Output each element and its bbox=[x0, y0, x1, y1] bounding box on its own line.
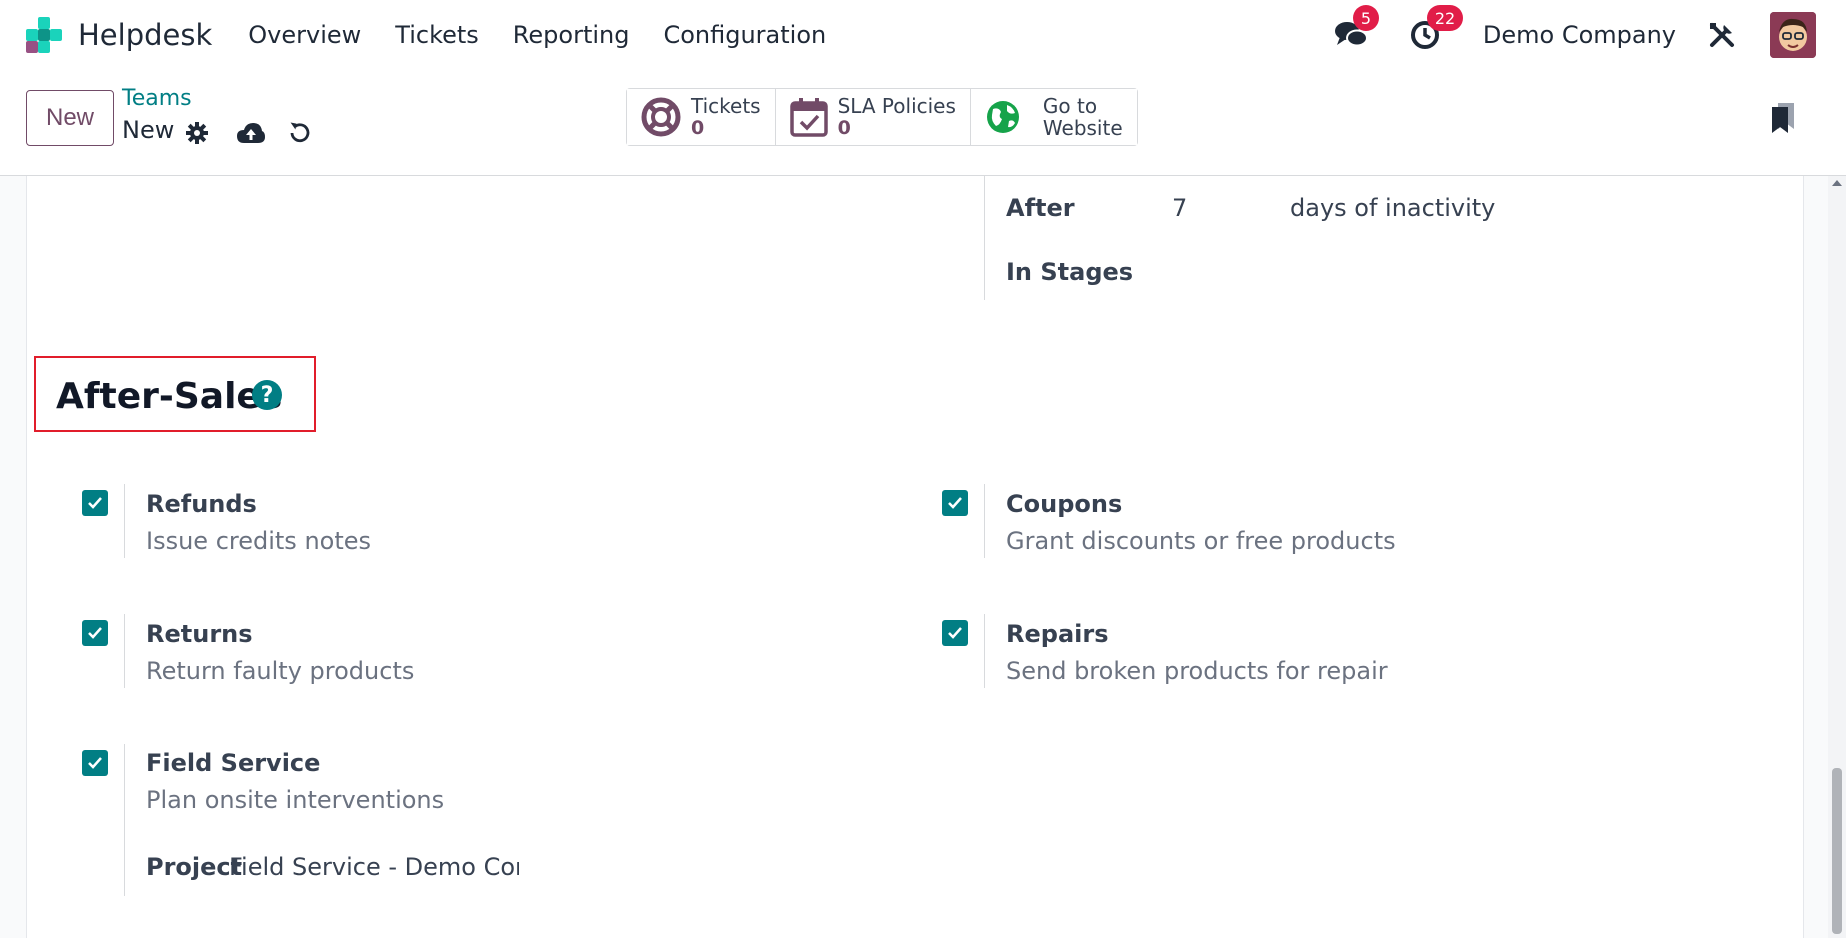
checkmark-icon bbox=[88, 497, 102, 509]
in-stages-label: In Stages bbox=[1006, 258, 1134, 286]
checkmark-icon bbox=[88, 627, 102, 639]
user-avatar-icon bbox=[1770, 12, 1816, 58]
checkmark-icon bbox=[948, 627, 962, 639]
form-content bbox=[0, 176, 1846, 938]
top-navbar: Helpdesk Overview Tickets Reporting Conf… bbox=[0, 0, 1846, 70]
menu-reporting[interactable]: Reporting bbox=[513, 21, 630, 49]
app-name: Helpdesk bbox=[78, 18, 213, 52]
menu-configuration[interactable]: Configuration bbox=[663, 21, 826, 49]
checkmark-icon bbox=[88, 757, 102, 769]
after-sales-section-title: After-Sales bbox=[56, 376, 283, 417]
after-label: After bbox=[1006, 194, 1075, 222]
go-to-website-smart-button[interactable]: Go to Website bbox=[970, 89, 1137, 145]
brand[interactable]: Helpdesk bbox=[24, 15, 212, 55]
setting-separator bbox=[124, 484, 125, 558]
user-avatar[interactable] bbox=[1770, 12, 1816, 58]
field-service-checkbox[interactable] bbox=[82, 750, 108, 776]
coupons-title: Coupons bbox=[1006, 490, 1123, 518]
form-sheet bbox=[26, 176, 1804, 938]
bookmark-icon bbox=[1772, 103, 1794, 133]
gear-icon bbox=[186, 122, 208, 144]
smart-buttons: Tickets 0 SLA Policies 0 Go to Website bbox=[626, 88, 1138, 146]
lifebuoy-icon bbox=[641, 97, 681, 137]
coupons-description: Grant discounts or free products bbox=[1006, 527, 1396, 555]
repairs-description: Send broken products for repair bbox=[1006, 657, 1388, 685]
setting-separator bbox=[984, 614, 985, 688]
field-service-description: Plan onsite interventions bbox=[146, 786, 445, 814]
sla-smart-label: SLA Policies bbox=[837, 94, 956, 118]
tickets-smart-value: 0 bbox=[691, 117, 705, 139]
messages-button[interactable]: 5 bbox=[1333, 5, 1380, 53]
repairs-title: Repairs bbox=[1006, 620, 1109, 648]
sla-policies-smart-button[interactable]: SLA Policies 0 bbox=[775, 89, 971, 145]
tickets-smart-button[interactable]: Tickets 0 bbox=[627, 89, 776, 145]
setting-separator bbox=[124, 744, 125, 896]
calendar-check-icon bbox=[789, 98, 828, 137]
website-smart-line2: Website bbox=[1042, 116, 1123, 140]
returns-title: Returns bbox=[146, 620, 253, 648]
discard-button[interactable] bbox=[284, 118, 314, 148]
repairs-checkbox[interactable] bbox=[942, 620, 968, 646]
cloud-upload-icon bbox=[237, 123, 265, 143]
activities-button[interactable]: 22 bbox=[1407, 5, 1464, 53]
checkmark-icon bbox=[948, 497, 962, 509]
scroll-up-arrow-icon[interactable] bbox=[1832, 178, 1842, 188]
tools-icon bbox=[1710, 23, 1734, 47]
help-icon[interactable]: ? bbox=[252, 380, 282, 410]
inactivity-unit-label: days of inactivity bbox=[1290, 194, 1496, 222]
debug-tools-button[interactable] bbox=[1704, 17, 1740, 53]
save-button[interactable] bbox=[236, 118, 266, 148]
refunds-title: Refunds bbox=[146, 490, 257, 518]
menu-overview[interactable]: Overview bbox=[248, 21, 361, 49]
setting-separator bbox=[124, 614, 125, 688]
sla-smart-value: 0 bbox=[837, 117, 851, 139]
scrollbar-thumb[interactable] bbox=[1832, 768, 1842, 934]
field-separator bbox=[984, 176, 985, 300]
inactivity-days-input[interactable]: 7 bbox=[1172, 194, 1187, 222]
activities-badge: 22 bbox=[1426, 5, 1464, 31]
record-name: New bbox=[122, 116, 175, 144]
refunds-description: Issue credits notes bbox=[146, 527, 372, 555]
menu-tickets[interactable]: Tickets bbox=[395, 21, 479, 49]
helpdesk-logo-icon bbox=[24, 15, 64, 55]
website-smart-line1: Go to bbox=[1042, 94, 1098, 118]
navbar-systray: 5 22 Demo Company bbox=[1333, 0, 1846, 70]
messages-badge: 5 bbox=[1352, 5, 1380, 31]
main-menu: Overview Tickets Reporting Configuration bbox=[248, 21, 860, 49]
project-label: Project bbox=[146, 853, 243, 881]
company-switcher[interactable]: Demo Company bbox=[1483, 21, 1676, 49]
coupons-checkbox[interactable] bbox=[942, 490, 968, 516]
returns-checkbox[interactable] bbox=[82, 620, 108, 646]
undo-icon bbox=[290, 122, 310, 143]
breadcrumb-teams[interactable]: Teams bbox=[122, 86, 192, 111]
project-field-input[interactable]: Field Service - Demo Comp bbox=[229, 853, 519, 881]
refunds-checkbox[interactable] bbox=[82, 490, 108, 516]
record-actions-button[interactable] bbox=[182, 118, 212, 148]
field-service-title: Field Service bbox=[146, 749, 321, 777]
returns-description: Return faulty products bbox=[146, 657, 415, 685]
globe-icon bbox=[986, 101, 1019, 133]
tickets-smart-label: Tickets bbox=[691, 94, 761, 118]
control-panel: New Teams New Tickets 0 SLA Policies 0 G… bbox=[0, 70, 1846, 176]
new-button[interactable]: New bbox=[26, 90, 114, 146]
bookmarks-button[interactable] bbox=[1768, 102, 1798, 133]
setting-separator bbox=[984, 484, 985, 558]
